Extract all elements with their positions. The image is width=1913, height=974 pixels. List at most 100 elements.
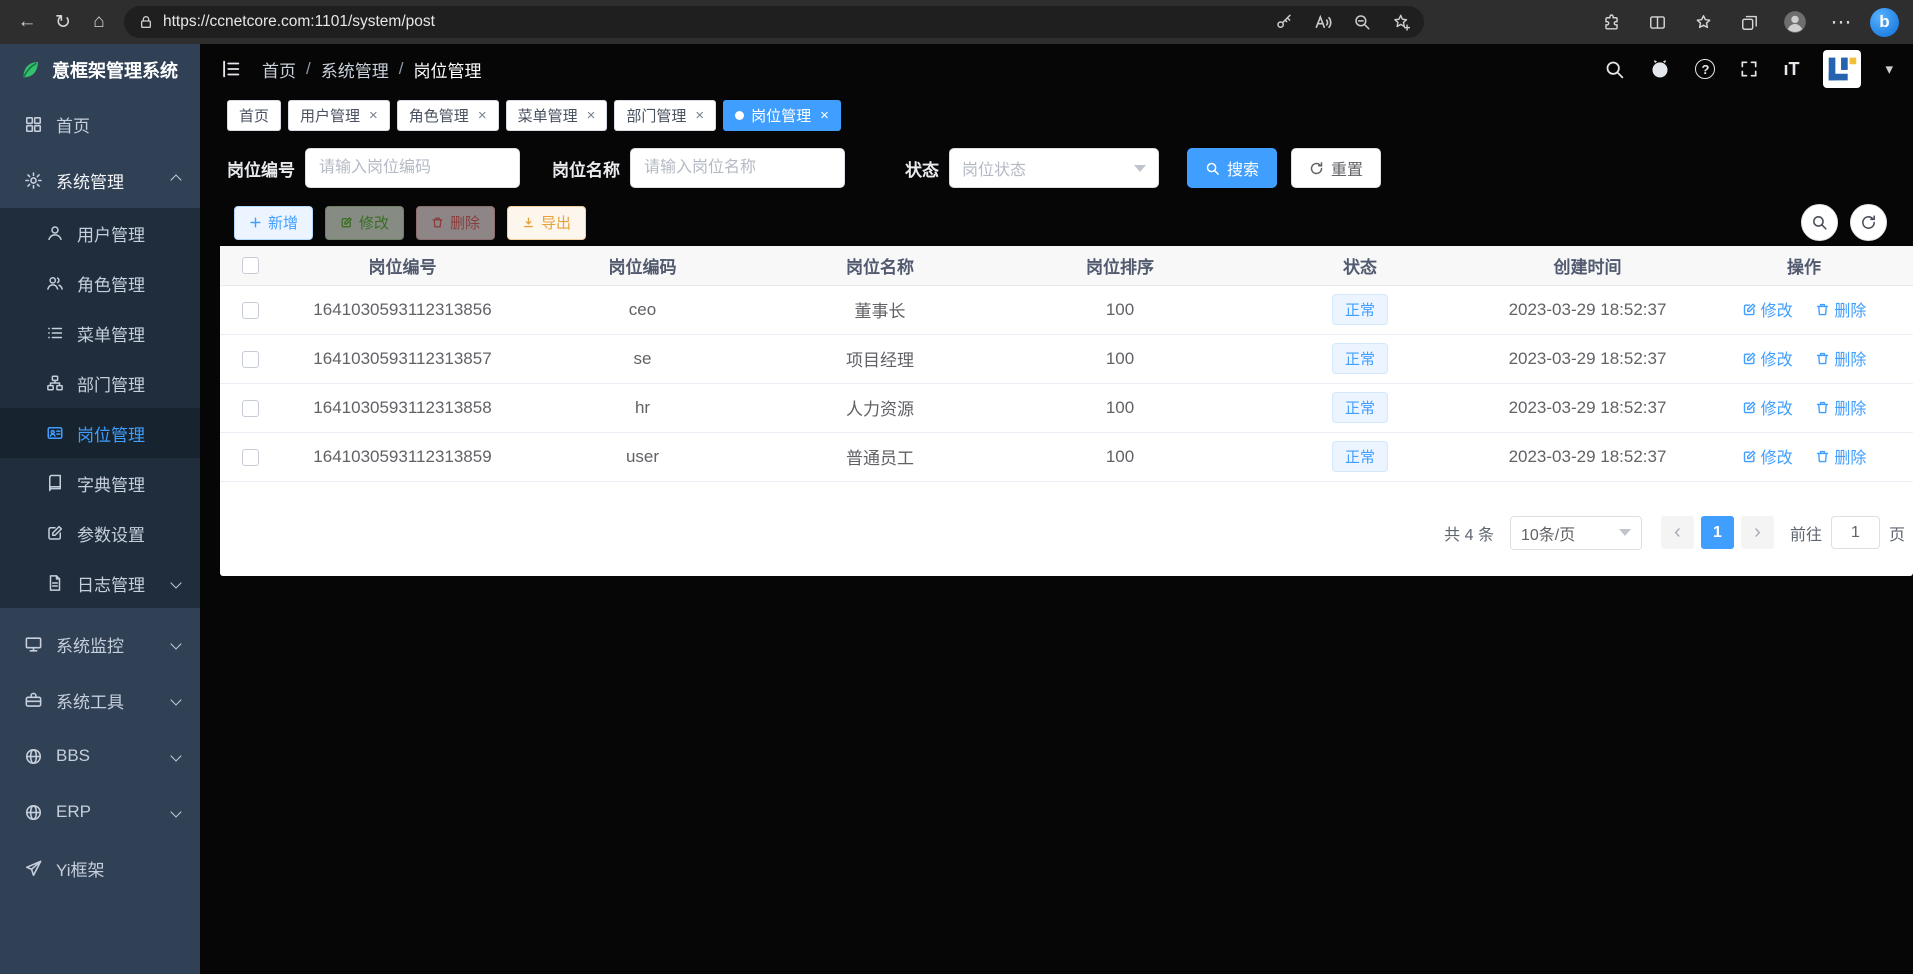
refresh-button[interactable]: ↻ (46, 5, 80, 39)
close-icon[interactable]: × (695, 107, 704, 124)
sidebar-item-tools[interactable]: 系统工具 (0, 672, 200, 728)
reset-button[interactable]: 重置 (1291, 148, 1381, 188)
question-icon[interactable]: ? (1695, 59, 1715, 79)
search-icon[interactable] (1604, 59, 1625, 80)
github-icon[interactable] (1649, 58, 1671, 80)
edit-link[interactable]: 修改 (1742, 395, 1793, 419)
back-button[interactable]: ← (10, 5, 44, 39)
post-code-input[interactable] (305, 148, 520, 188)
breadcrumb-item[interactable]: 系统管理 (321, 57, 389, 82)
sidebar-subitem-log[interactable]: 日志管理 (0, 558, 200, 608)
add-favorite-icon[interactable] (1386, 8, 1416, 36)
search-button[interactable]: 搜索 (1187, 148, 1277, 188)
status-select[interactable]: 岗位状态 (949, 148, 1159, 188)
tab-role[interactable]: 角色管理 × (397, 100, 499, 131)
sidebar-subitem-dept[interactable]: 部门管理 (0, 358, 200, 408)
goto-page-input[interactable] (1831, 516, 1880, 549)
next-page-button[interactable]: › (1741, 516, 1774, 549)
close-icon[interactable]: × (820, 107, 829, 124)
read-aloud-icon[interactable] (1308, 8, 1338, 36)
sidebar-item-home[interactable]: 首页 (0, 96, 200, 152)
prev-page-button[interactable]: ‹ (1661, 516, 1694, 549)
row-checkbox[interactable] (242, 400, 259, 417)
status-badge[interactable]: 正常 (1332, 392, 1388, 423)
page-1-button[interactable]: 1 (1701, 516, 1734, 549)
column-header-created[interactable]: 创建时间 (1480, 246, 1695, 285)
column-header-id[interactable]: 岗位编号 (280, 246, 525, 285)
tab-user[interactable]: 用户管理 × (288, 100, 390, 131)
tab-dept[interactable]: 部门管理 × (614, 100, 716, 131)
add-button[interactable]: 新增 (234, 206, 313, 240)
select-all-checkbox[interactable] (242, 257, 259, 274)
delete-link[interactable]: 删除 (1815, 395, 1866, 419)
key-icon[interactable] (1269, 8, 1299, 36)
page-url[interactable]: https://ccnetcore.com:1101/system/post (163, 13, 1260, 31)
post-name-input[interactable] (630, 148, 845, 188)
font-size-icon[interactable]: ıT (1783, 59, 1799, 80)
row-checkbox[interactable] (242, 351, 259, 368)
split-screen-icon[interactable] (1640, 5, 1674, 39)
extensions-icon[interactable] (1594, 5, 1628, 39)
sidebar-item-label: 岗位管理 (77, 421, 145, 446)
column-header-sort[interactable]: 岗位排序 (1000, 246, 1240, 285)
collections-icon[interactable] (1732, 5, 1766, 39)
table-row[interactable]: 1641030593112313859 user 普通员工 100 正常 202… (220, 432, 1913, 481)
export-button[interactable]: 导出 (507, 206, 586, 240)
delete-link[interactable]: 删除 (1815, 346, 1866, 370)
tab-menu[interactable]: 菜单管理 × (506, 100, 608, 131)
toolbox-icon (24, 691, 43, 710)
sidebar-subitem-dict[interactable]: 字典管理 (0, 458, 200, 508)
edit-link[interactable]: 修改 (1742, 444, 1793, 468)
sidebar-subitem-menu[interactable]: 菜单管理 (0, 308, 200, 358)
table-row[interactable]: 1641030593112313857 se 项目经理 100 正常 2023-… (220, 334, 1913, 383)
table-row[interactable]: 1641030593112313856 ceo 董事长 100 正常 2023-… (220, 285, 1913, 334)
sidebar-item-monitor[interactable]: 系统监控 (0, 616, 200, 672)
page-size-select[interactable]: 10条/页 (1510, 516, 1642, 550)
sidebar-subitem-param[interactable]: 参数设置 (0, 508, 200, 558)
sidebar-item-yi-framework[interactable]: Yi框架 (0, 840, 200, 896)
fullscreen-icon[interactable] (1739, 59, 1759, 79)
favorites-icon[interactable] (1686, 5, 1720, 39)
caret-down-icon[interactable]: ▾ (1885, 60, 1893, 78)
column-header-name[interactable]: 岗位名称 (760, 246, 1000, 285)
status-badge[interactable]: 正常 (1332, 294, 1388, 325)
zoom-icon[interactable] (1347, 8, 1377, 36)
column-header-code[interactable]: 岗位编码 (525, 246, 760, 285)
edit-link[interactable]: 修改 (1742, 346, 1793, 370)
sidebar-subitem-post[interactable]: 岗位管理 (0, 408, 200, 458)
profile-avatar[interactable] (1778, 5, 1812, 39)
user-icon (46, 224, 64, 242)
column-header-status[interactable]: 状态 (1240, 246, 1480, 285)
row-checkbox[interactable] (242, 302, 259, 319)
home-button[interactable]: ⌂ (82, 5, 116, 39)
sidebar-subitem-user[interactable]: 用户管理 (0, 208, 200, 258)
refresh-table-button[interactable] (1850, 204, 1887, 241)
sidebar-subitem-role[interactable]: 角色管理 (0, 258, 200, 308)
delete-link[interactable]: 删除 (1815, 297, 1866, 321)
sidebar-item-bbs[interactable]: BBS (0, 728, 200, 784)
status-badge[interactable]: 正常 (1332, 441, 1388, 472)
close-icon[interactable]: × (587, 107, 596, 124)
sidebar-item-erp[interactable]: ERP (0, 784, 200, 840)
delete-link[interactable]: 删除 (1815, 444, 1866, 468)
sidebar-item-system[interactable]: 系统管理 (0, 152, 200, 208)
status-badge[interactable]: 正常 (1332, 343, 1388, 374)
fold-sidebar-icon[interactable] (220, 58, 242, 80)
bing-icon[interactable]: b (1870, 8, 1899, 37)
user-avatar[interactable] (1823, 50, 1861, 88)
tab-home[interactable]: 首页 (227, 100, 281, 131)
more-icon[interactable]: ⋯ (1824, 5, 1858, 39)
table-row[interactable]: 1641030593112313858 hr 人力资源 100 正常 2023-… (220, 383, 1913, 432)
show-search-button[interactable] (1801, 204, 1838, 241)
leaf-icon (18, 58, 42, 82)
close-icon[interactable]: × (478, 107, 487, 124)
row-checkbox[interactable] (242, 449, 259, 466)
edit-button[interactable]: 修改 (325, 206, 404, 240)
app-logo[interactable]: 意框架管理系统 (0, 44, 200, 96)
edit-link[interactable]: 修改 (1742, 297, 1793, 321)
breadcrumb-item[interactable]: 首页 (262, 57, 296, 82)
close-icon[interactable]: × (369, 107, 378, 124)
tab-post[interactable]: 岗位管理 × (723, 100, 841, 131)
address-bar[interactable]: https://ccnetcore.com:1101/system/post (124, 6, 1424, 38)
delete-button[interactable]: 删除 (416, 206, 495, 240)
